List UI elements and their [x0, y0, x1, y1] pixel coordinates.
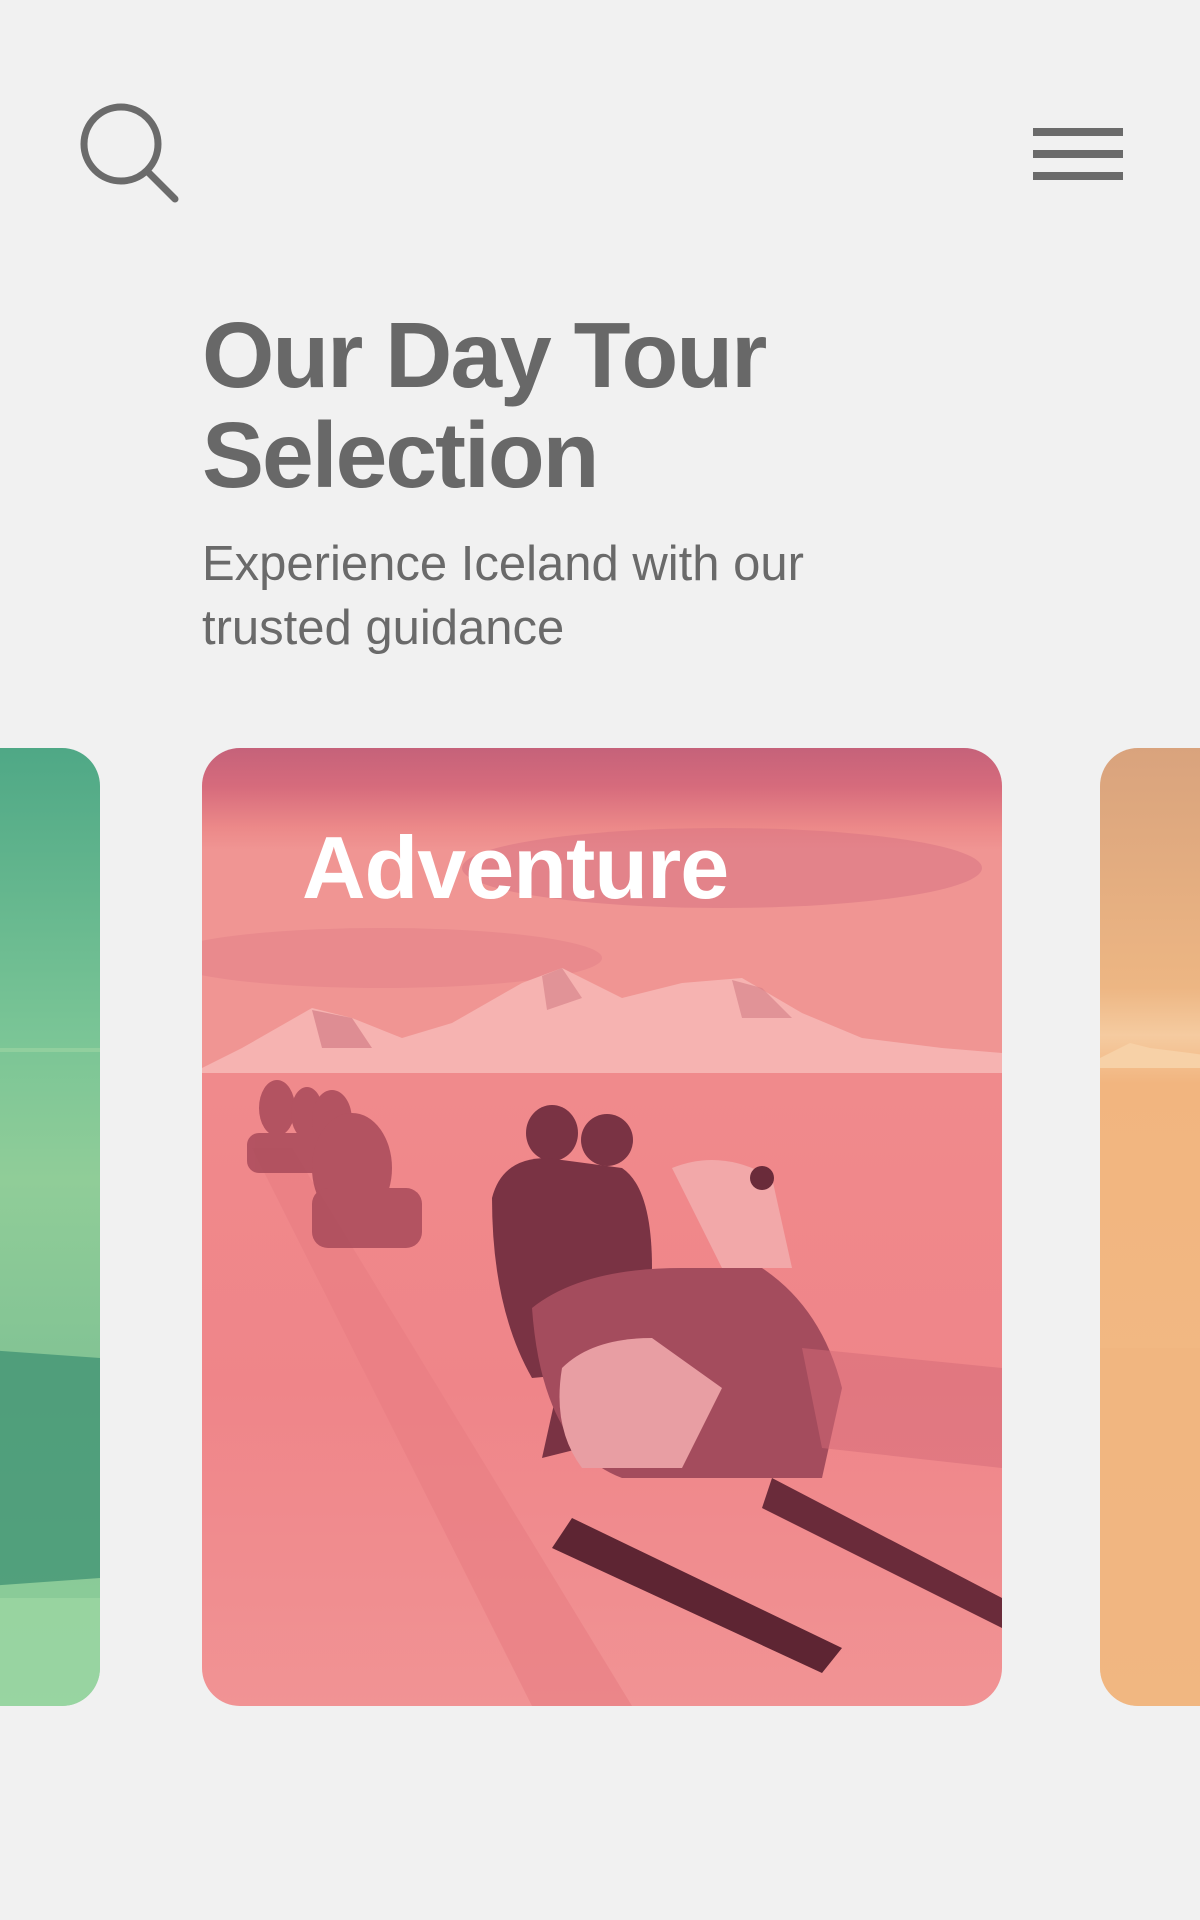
tour-card-prev[interactable]	[0, 748, 100, 1706]
menu-button[interactable]	[1030, 124, 1126, 184]
tour-card-adventure[interactable]: Adventure	[202, 748, 1002, 1706]
tour-card-next[interactable]	[1100, 748, 1200, 1706]
tour-card-image	[1100, 748, 1200, 1706]
page-subtitle: Experience Iceland with our trusted guid…	[202, 537, 804, 655]
tour-card-label: Adventure	[302, 818, 729, 917]
tour-card-image	[0, 748, 100, 1706]
search-button[interactable]	[78, 102, 182, 206]
page-title: Our Day Tour Selection	[202, 303, 767, 507]
tour-carousel[interactable]: Adventure	[0, 748, 1200, 1708]
hamburger-menu-icon	[1033, 128, 1123, 136]
search-icon	[80, 103, 179, 203]
